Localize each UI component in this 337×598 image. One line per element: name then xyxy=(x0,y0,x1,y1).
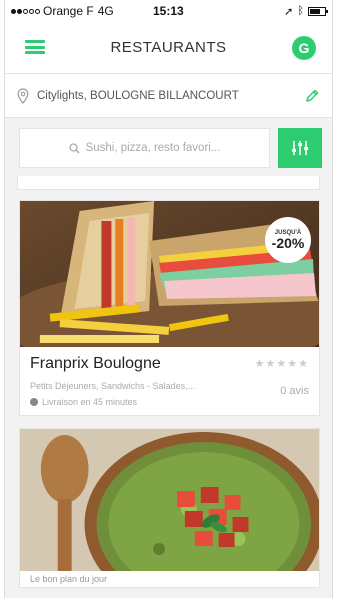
star-icon: ★ xyxy=(265,358,277,370)
location-arrow-icon: ➚ xyxy=(284,5,294,18)
status-bar: Orange F 4G 15:13 ➚ ᛒ xyxy=(5,0,332,22)
pin-icon xyxy=(17,87,29,104)
sliders-icon xyxy=(292,141,308,155)
delivery-address-bar[interactable]: Citylights, BOULOGNE BILLANCOURT xyxy=(5,74,332,118)
delivery-text: Livraison en 45 minutes xyxy=(42,397,138,407)
star-icon: ★ xyxy=(254,358,266,370)
carrier: Orange F xyxy=(43,4,94,18)
restaurant-categories: Petits Déjeuners, Sandwichs - Salades,..… xyxy=(30,381,196,391)
star-icon: ★ xyxy=(287,358,299,370)
signal-icon xyxy=(11,8,40,14)
battery-icon xyxy=(308,6,328,16)
clock-time: 15:13 xyxy=(153,4,184,18)
list-top-edge xyxy=(17,176,320,190)
bluetooth-icon: ᛒ xyxy=(297,5,304,17)
avatar[interactable]: G xyxy=(292,36,316,60)
app-header: RESTAURANTS G xyxy=(5,22,332,74)
restaurant-card[interactable]: Le bon plan du jour xyxy=(19,428,320,588)
clock-icon xyxy=(30,398,38,406)
phone-screen: Orange F 4G 15:13 ➚ ᛒ RESTAURANTS G City… xyxy=(4,0,333,598)
search-placeholder: Sushi, pizza, resto favori... xyxy=(85,142,221,154)
address-text: Citylights, BOULOGNE BILLANCOURT xyxy=(37,89,239,102)
filter-button[interactable] xyxy=(278,128,322,168)
network-type: 4G xyxy=(97,4,114,18)
delivery-time: Livraison en 45 minutes xyxy=(30,397,309,407)
restaurant-photo-sandwich: JUSQU'À -20% xyxy=(20,201,319,347)
restaurant-name-partial: Le bon plan du jour xyxy=(20,571,319,587)
search-row: Sushi, pizza, resto favori... xyxy=(5,118,332,176)
star-icon: ★ xyxy=(298,358,309,370)
pencil-icon[interactable] xyxy=(304,88,320,104)
page-title: RESTAURANTS xyxy=(110,39,227,56)
search-icon xyxy=(68,142,80,153)
rating-stars: ★★★★★ xyxy=(255,357,309,370)
restaurant-info: Franprix Boulogne ★★★★★ Petits Déjeuners… xyxy=(20,347,319,415)
review-count[interactable]: 0 avis xyxy=(280,385,309,397)
search-input[interactable]: Sushi, pizza, resto favori... xyxy=(19,128,270,168)
star-icon: ★ xyxy=(276,358,288,370)
hamburger-icon[interactable] xyxy=(25,40,45,54)
promo-value: -20% xyxy=(271,235,305,251)
salad-image xyxy=(20,429,319,587)
promo-badge: JUSQU'À -20% xyxy=(265,217,311,263)
restaurant-card[interactable]: JUSQU'À -20% Franprix Boulogne ★★★★★ Pet… xyxy=(19,200,320,416)
